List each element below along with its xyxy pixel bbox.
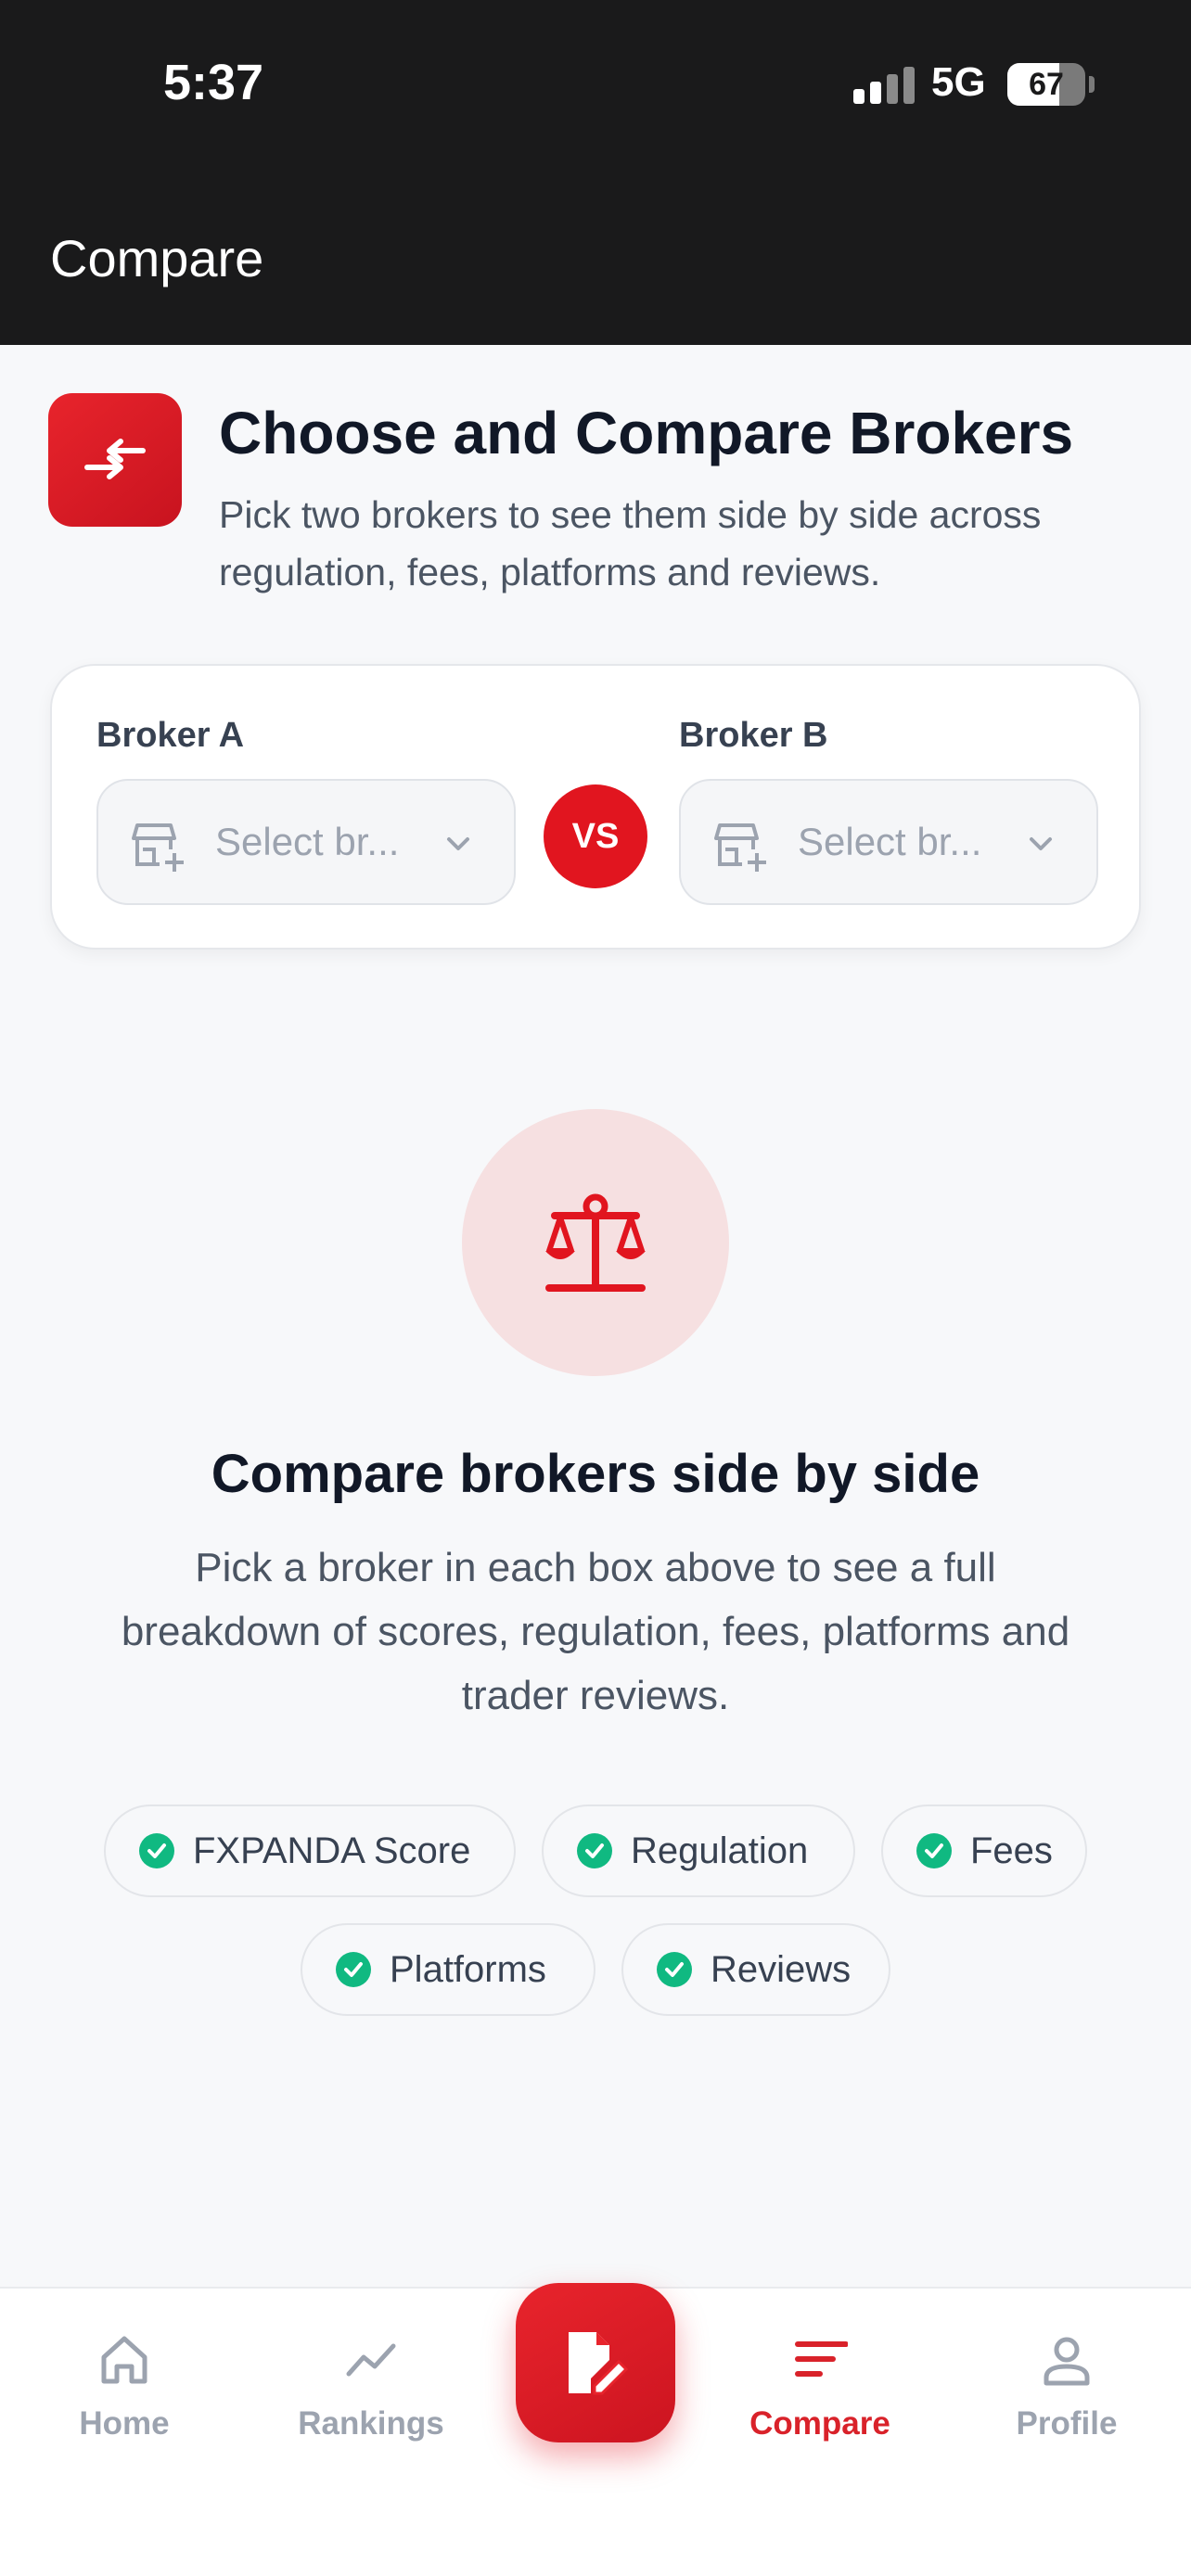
trend-icon <box>346 2343 396 2377</box>
write-review-fab[interactable] <box>516 2283 675 2442</box>
check-icon <box>139 1833 174 1868</box>
scale-icon <box>545 1193 646 1292</box>
broker-a-placeholder: Select br... <box>215 820 400 863</box>
chip-label: Fees <box>970 1830 1053 1871</box>
broker-b-label: Broker B <box>679 716 828 755</box>
check-icon <box>336 1952 371 1987</box>
store-add-icon <box>132 823 184 872</box>
chip-platforms: Platforms <box>301 1923 596 2016</box>
check-icon <box>916 1833 952 1868</box>
nav-home[interactable]: Home <box>22 2289 226 2474</box>
broker-a-label: Broker A <box>96 716 245 755</box>
edit-document-icon <box>569 2332 628 2395</box>
nav-compare[interactable]: Compare <box>718 2289 922 2474</box>
intro-title: Choose and Compare Brokers <box>219 400 1074 466</box>
chevron-down-icon <box>447 837 469 850</box>
vs-badge: VS <box>544 784 647 888</box>
page-title: Compare <box>50 229 264 287</box>
broker-b-placeholder: Select br... <box>798 820 982 863</box>
nav-rankings[interactable]: Rankings <box>269 2289 473 2474</box>
battery-cap <box>1089 76 1095 93</box>
check-icon <box>657 1952 692 1987</box>
chevron-down-icon <box>1030 837 1052 850</box>
battery-icon: 67 <box>1007 63 1085 106</box>
broker-a-select[interactable]: Select br... <box>96 779 516 905</box>
chip-label: Regulation <box>631 1830 809 1871</box>
home-icon <box>101 2336 147 2384</box>
chip-label: Reviews <box>711 1948 852 1990</box>
store-add-icon <box>714 823 766 872</box>
broker-b-select[interactable]: Select br... <box>679 779 1098 905</box>
empty-state-title: Compare brokers side by side <box>211 1444 980 1504</box>
sort-lines-icon <box>795 2341 848 2377</box>
signal-icon <box>853 67 915 104</box>
chip-fees: Fees <box>881 1804 1087 1897</box>
compare-arrows-icon <box>48 393 182 527</box>
chip-label: Platforms <box>390 1948 546 1990</box>
top-bar: 5:37 5G 67 Compare <box>0 0 1191 345</box>
chip-regulation: Regulation <box>542 1804 855 1897</box>
chip-reviews: Reviews <box>621 1923 890 2016</box>
status-time: 5:37 <box>163 55 264 110</box>
nav-profile[interactable]: Profile <box>965 2289 1169 2474</box>
nav-label: Rankings <box>298 2405 444 2442</box>
user-icon <box>1044 2337 1090 2386</box>
intro-subtitle: Pick two brokers to see them side by sid… <box>219 493 1042 593</box>
nav-label: Home <box>79 2405 170 2442</box>
battery-percent: 67 <box>1029 67 1064 102</box>
empty-state-description: Pick a broker in each box above to see a… <box>121 1545 1070 1718</box>
chip-fxpanda-score: FXPANDA Score <box>104 1804 516 1897</box>
nav-label: Compare <box>749 2405 890 2442</box>
empty-state-icon-circle <box>462 1109 729 1376</box>
broker-selector-card: Broker A Select br... VS Broker B Select… <box>50 664 1141 950</box>
check-icon <box>577 1833 612 1868</box>
network-type: 5G <box>931 59 986 105</box>
nav-label: Profile <box>1016 2405 1118 2442</box>
chip-label: FXPANDA Score <box>193 1830 471 1871</box>
